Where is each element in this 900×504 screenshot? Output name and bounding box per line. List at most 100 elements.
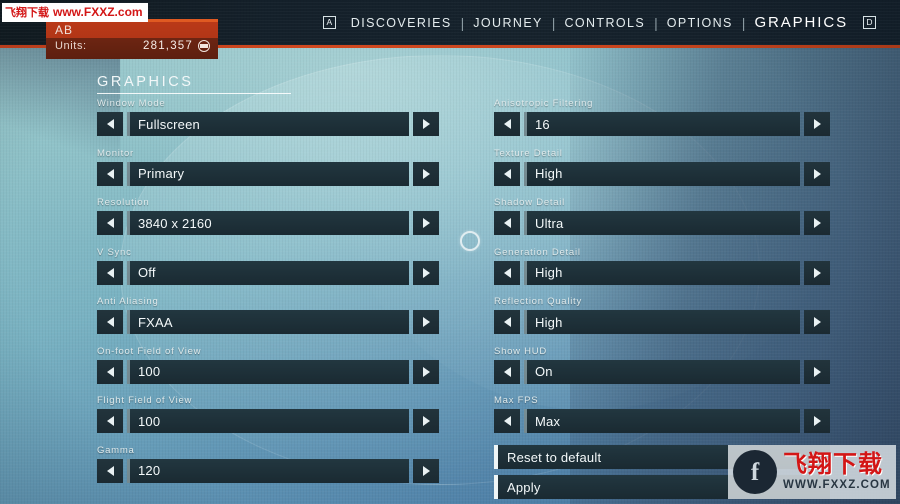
nav-item-discoveries[interactable]: DISCOVERIES: [342, 16, 461, 30]
setting-value: Primary: [138, 166, 185, 181]
next-arrow-icon[interactable]: [413, 260, 439, 285]
units-value-group: 281,357: [143, 40, 210, 52]
setting-label: V Sync: [97, 246, 132, 258]
nav-items: A DISCOVERIES | JOURNEY | CONTROLS | OPT…: [317, 14, 882, 31]
value-field[interactable]: High: [524, 161, 800, 186]
setting-value: 100: [138, 413, 161, 429]
setting-generation-detail: Generation Detail High: [494, 247, 830, 285]
prev-arrow-icon[interactable]: [97, 211, 123, 235]
setting-row: FXAA: [97, 310, 439, 334]
value-field[interactable]: 16: [524, 112, 800, 136]
watermark-top: 飞翔下载 www.FXXZ.com: [2, 3, 148, 22]
prev-arrow-icon[interactable]: [494, 310, 520, 334]
prev-arrow-icon[interactable]: [97, 112, 123, 136]
prev-arrow-icon[interactable]: [97, 310, 123, 334]
watermark-logo-icon: f: [733, 450, 777, 494]
value-field[interactable]: 120: [127, 458, 409, 483]
setting-monitor: Monitor Primary: [97, 148, 439, 186]
setting-label: On-foot Field of View: [97, 345, 202, 357]
value-field[interactable]: Max: [524, 409, 800, 433]
setting-label: Shadow Detail: [494, 197, 566, 208]
next-arrow-icon[interactable]: [804, 310, 830, 334]
next-arrow-icon[interactable]: [413, 359, 439, 384]
key-a-icon: A: [322, 16, 336, 29]
reset-to-default-label: Reset to default: [507, 449, 602, 465]
setting-label: Gamma: [97, 444, 135, 456]
value-field[interactable]: High: [524, 310, 800, 334]
next-arrow-icon[interactable]: [413, 112, 439, 136]
value-field[interactable]: Off: [127, 260, 409, 285]
value-field[interactable]: 100: [127, 409, 409, 433]
prev-arrow-icon[interactable]: [97, 161, 123, 186]
value-field[interactable]: On: [524, 359, 800, 384]
prev-arrow-icon[interactable]: [97, 409, 123, 433]
setting-row: Ultra: [494, 211, 830, 235]
setting-row: Max: [494, 409, 830, 433]
settings-column-left: Window Mode Fullscreen Monitor Primary R…: [97, 98, 439, 494]
units-label: Units:: [55, 40, 87, 52]
setting-show-hud: Show HUD On: [494, 346, 830, 384]
setting-label: Resolution: [97, 197, 150, 208]
setting-row: Primary: [97, 161, 439, 186]
setting-anisotropic-filtering: Anisotropic Filtering 16: [494, 98, 830, 136]
next-arrow-icon[interactable]: [804, 260, 830, 285]
nav-item-journey[interactable]: JOURNEY: [464, 16, 552, 30]
next-arrow-icon[interactable]: [413, 161, 439, 186]
next-arrow-icon[interactable]: [413, 211, 439, 235]
prev-arrow-icon[interactable]: [97, 359, 123, 384]
setting-row: High: [494, 260, 830, 285]
player-info-panel: AB Units: 281,357: [46, 19, 218, 59]
prev-arrow-icon[interactable]: [494, 260, 520, 285]
setting-label: Generation Detail: [494, 246, 581, 258]
units-coin-icon: [198, 40, 210, 52]
value-field[interactable]: 100: [127, 359, 409, 384]
nav-item-controls[interactable]: CONTROLS: [555, 16, 654, 30]
setting-max-fps: Max FPS Max: [494, 395, 830, 433]
setting-row: 100: [97, 409, 439, 433]
setting-value: FXAA: [138, 314, 173, 330]
nav-item-graphics[interactable]: GRAPHICS: [745, 14, 857, 31]
setting-value: 16: [535, 116, 550, 132]
watermark-top-url: www.FXXZ.com: [53, 5, 143, 19]
next-arrow-icon[interactable]: [804, 112, 830, 136]
prev-arrow-icon[interactable]: [494, 211, 520, 235]
setting-v-sync: V Sync Off: [97, 247, 439, 285]
next-arrow-icon[interactable]: [804, 359, 830, 384]
value-field[interactable]: Fullscreen: [127, 112, 409, 136]
setting-value: High: [535, 314, 563, 330]
value-field[interactable]: Ultra: [524, 211, 800, 235]
nav-item-options[interactable]: OPTIONS: [658, 16, 742, 30]
prev-arrow-icon[interactable]: [494, 112, 520, 136]
watermark-logo-glyph: f: [750, 458, 760, 486]
setting-value: Max: [535, 413, 561, 429]
watermark-bottom-cn: 飞翔下载: [783, 450, 883, 478]
value-field[interactable]: FXAA: [127, 310, 409, 334]
setting-row: High: [494, 310, 830, 334]
prev-arrow-icon[interactable]: [494, 359, 520, 384]
prev-arrow-icon[interactable]: [97, 458, 123, 483]
next-arrow-icon[interactable]: [804, 161, 830, 186]
value-field[interactable]: High: [524, 260, 800, 285]
next-arrow-icon[interactable]: [413, 458, 439, 483]
setting-reflection-quality: Reflection Quality High: [494, 296, 830, 334]
nav-separator: |: [654, 14, 658, 31]
setting-row: On: [494, 359, 830, 384]
setting-row: 3840 x 2160: [97, 211, 439, 235]
value-field[interactable]: 3840 x 2160: [127, 211, 409, 235]
setting-gamma: Gamma 120: [97, 445, 439, 483]
prev-arrow-icon[interactable]: [494, 409, 520, 433]
setting-row: 16: [494, 112, 830, 136]
next-arrow-icon[interactable]: [413, 409, 439, 433]
setting-value: High: [535, 166, 563, 181]
setting-label: Anisotropic Filtering: [494, 98, 594, 109]
value-field[interactable]: Primary: [127, 161, 409, 186]
next-arrow-icon[interactable]: [804, 211, 830, 235]
setting-anti-aliasing: Anti Aliasing FXAA: [97, 296, 439, 334]
prev-arrow-icon[interactable]: [494, 161, 520, 186]
units-value: 281,357: [143, 40, 193, 52]
next-arrow-icon[interactable]: [804, 409, 830, 433]
next-arrow-icon[interactable]: [413, 310, 439, 334]
nav-separator: |: [551, 14, 556, 31]
prev-arrow-icon[interactable]: [97, 260, 123, 285]
key-d-icon: D: [863, 16, 876, 29]
